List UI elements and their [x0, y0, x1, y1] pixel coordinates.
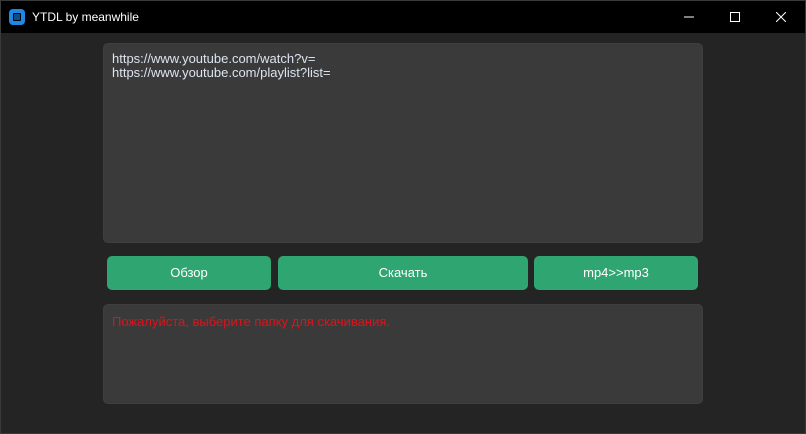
- log-output[interactable]: Пожалуйста, выберите папку для скачивани…: [103, 304, 703, 404]
- app-window: YTDL by meanwhile https://www.youtube.co…: [0, 0, 806, 434]
- minimize-icon: [684, 16, 694, 18]
- browse-button[interactable]: Обзор: [107, 256, 271, 290]
- window-title: YTDL by meanwhile: [32, 10, 139, 24]
- app-logo-icon: [9, 9, 25, 25]
- minimize-button[interactable]: [666, 1, 712, 33]
- convert-mp4-to-mp3-button[interactable]: mp4>>mp3: [534, 256, 698, 290]
- maximize-button[interactable]: [712, 1, 758, 33]
- maximize-icon: [730, 12, 740, 22]
- download-button[interactable]: Скачать: [278, 256, 528, 290]
- close-icon: [776, 12, 786, 22]
- close-button[interactable]: [758, 1, 804, 33]
- title-bar[interactable]: YTDL by meanwhile: [1, 1, 805, 33]
- url-input[interactable]: https://www.youtube.com/watch?v= https:/…: [103, 43, 703, 243]
